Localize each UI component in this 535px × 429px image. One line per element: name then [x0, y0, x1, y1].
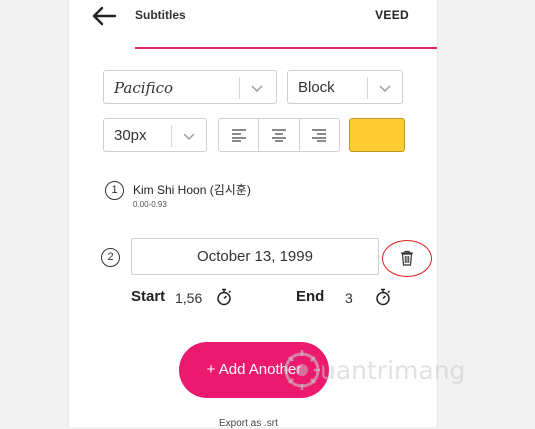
font-select[interactable]: Pacifico: [103, 70, 277, 104]
select-divider: [239, 77, 240, 99]
back-button[interactable]: [91, 4, 117, 28]
end-time-value[interactable]: 3: [345, 290, 353, 306]
subtitle-number-badge: 2: [101, 248, 120, 267]
subtitle-1-text[interactable]: Kim Shi Hoon (김시훈): [133, 181, 251, 198]
align-left-button[interactable]: [219, 119, 258, 151]
color-picker-button[interactable]: [349, 118, 405, 152]
align-left-icon: [231, 129, 246, 142]
align-right-button[interactable]: [298, 119, 339, 151]
font-size-value: 30px: [114, 127, 147, 144]
active-tab-underline: [135, 47, 437, 49]
arrow-left-icon: [92, 6, 117, 26]
align-center-button[interactable]: [258, 119, 298, 151]
style-select-value: Block: [298, 79, 335, 96]
subtitle-1-time: 0.00-0.93: [133, 200, 167, 209]
export-srt-link[interactable]: Export as .srt: [219, 418, 278, 429]
stopwatch-icon[interactable]: [216, 288, 232, 306]
align-center-icon: [271, 129, 286, 142]
style-select[interactable]: Block: [287, 70, 403, 104]
start-time-value[interactable]: 1,56: [175, 290, 202, 306]
chevron-down-icon: [379, 85, 391, 92]
align-right-icon: [312, 129, 327, 142]
start-label: Start: [131, 288, 166, 305]
header: Subtitles VEED: [69, 0, 437, 49]
select-divider: [367, 77, 368, 99]
font-size-select[interactable]: 30px: [103, 118, 207, 152]
subtitle-number-badge: 1: [105, 181, 124, 200]
delete-subtitle-button[interactable]: [398, 250, 416, 266]
watermark-logo-icon: [284, 350, 320, 390]
subtitle-2-text-input[interactable]: October 13, 1999: [131, 238, 379, 275]
page-title: Subtitles: [135, 8, 186, 22]
watermark: uantrimang: [282, 346, 502, 396]
chevron-down-icon: [251, 85, 263, 92]
stopwatch-icon[interactable]: [375, 288, 391, 306]
select-divider: [171, 125, 172, 147]
brand-logo: VEED: [375, 8, 409, 22]
chevron-down-icon: [183, 133, 195, 140]
alignment-group: [218, 118, 340, 152]
end-label: End: [296, 288, 325, 305]
watermark-text: uantrimang: [320, 356, 466, 385]
font-select-value: Pacifico: [114, 79, 173, 97]
trash-icon: [401, 250, 413, 266]
